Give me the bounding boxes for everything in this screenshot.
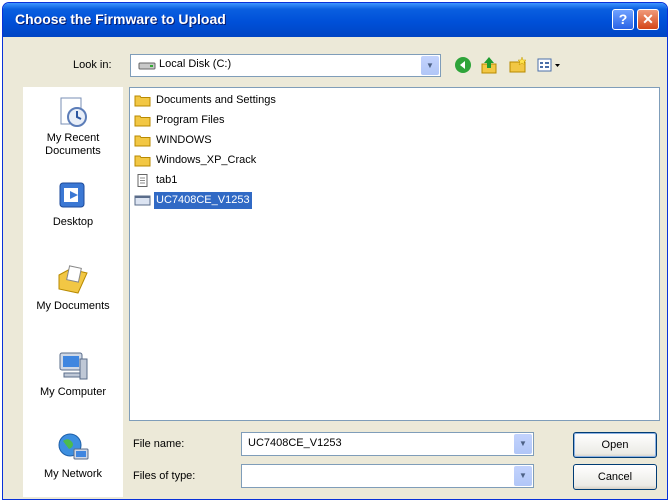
place-my-recent-documents[interactable]: My Recent Documents <box>23 95 123 158</box>
chevron-down-icon[interactable]: ▼ <box>421 56 439 75</box>
place-my-documents[interactable]: My Documents <box>23 263 123 313</box>
help-button[interactable]: ? <box>612 9 634 30</box>
file-icon <box>134 195 151 206</box>
views-menu-icon[interactable] <box>535 56 563 76</box>
my-computer-icon <box>59 352 88 380</box>
folder-icon <box>134 115 151 127</box>
file-type-dropdown[interactable]: ▼ <box>241 464 534 488</box>
folder-icon <box>134 135 151 147</box>
new-folder-icon[interactable] <box>507 56 527 76</box>
file-name-input[interactable]: UC7408CE_V1253 ▼ <box>241 432 534 456</box>
back-icon[interactable] <box>453 56 473 76</box>
chevron-down-icon[interactable]: ▼ <box>514 434 532 454</box>
file-type-label: Files of type: <box>133 470 196 482</box>
folder-icon <box>134 95 151 107</box>
chevron-down-icon[interactable]: ▼ <box>514 466 532 486</box>
my-documents-icon <box>58 265 88 294</box>
my-network-icon <box>58 433 89 460</box>
folder-icon <box>134 155 151 167</box>
place-my-computer[interactable]: My Computer <box>23 349 123 399</box>
close-button[interactable]: ✕ <box>637 9 659 30</box>
look-in-value: Local Disk (C:) <box>159 58 232 70</box>
up-folder-icon[interactable] <box>479 56 499 76</box>
open-button[interactable]: Open <box>573 432 657 458</box>
text-file-icon <box>137 174 148 187</box>
drive-icon <box>138 62 156 70</box>
file-list[interactable]: Documents and Settings Program Files WIN… <box>129 87 660 421</box>
places-bar: My Recent Documents Desktop My Documents… <box>23 87 123 497</box>
dialog-title: Choose the Firmware to Upload <box>15 11 226 27</box>
file-name-value: UC7408CE_V1253 <box>248 437 342 449</box>
desktop-icon <box>59 182 85 208</box>
title-bar[interactable]: Choose the Firmware to Upload ? ✕ <box>3 3 667 37</box>
place-desktop[interactable]: Desktop <box>23 179 123 229</box>
file-name-label: File name: <box>133 438 185 450</box>
place-my-network[interactable]: My Network <box>23 431 123 481</box>
recent-documents-icon <box>60 97 87 127</box>
cancel-button[interactable]: Cancel <box>573 464 657 490</box>
look-in-dropdown[interactable]: Local Disk (C:) ▼ <box>130 54 441 77</box>
look-in-label: Look in: <box>73 59 112 71</box>
firmware-upload-dialog: Choose the Firmware to Upload ? ✕ Look i… <box>2 2 668 500</box>
